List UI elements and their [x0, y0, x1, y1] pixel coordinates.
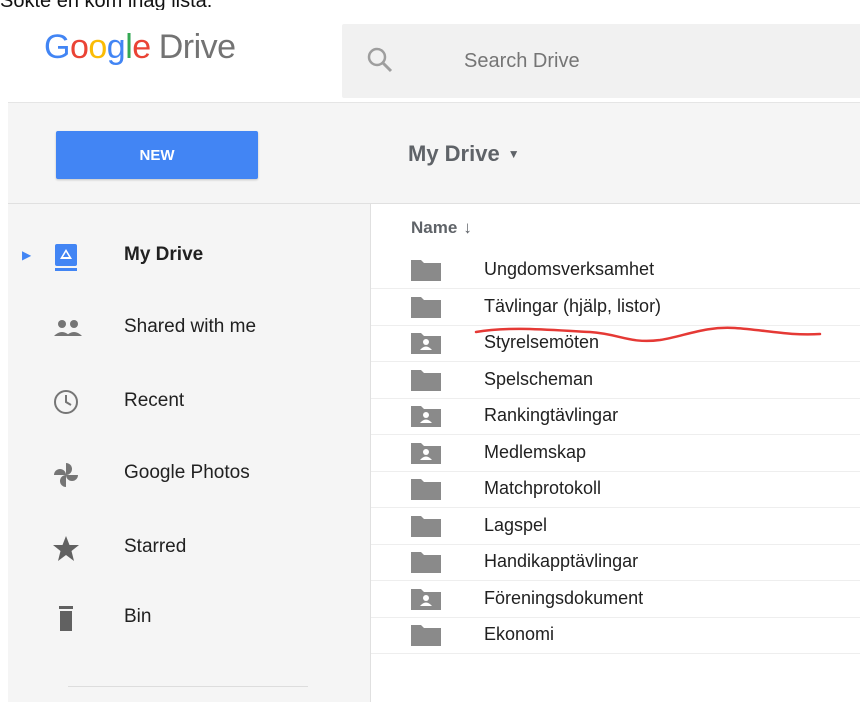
table-row[interactable]: Lagspel [371, 508, 860, 545]
sidebar-item-my-drive[interactable]: ▶ My Drive [8, 228, 370, 284]
table-row[interactable]: Matchprotokoll [371, 471, 860, 508]
sidebar-item-recent[interactable]: Recent [8, 374, 370, 430]
column-header-name[interactable]: Name ↓ [411, 218, 472, 238]
table-row[interactable]: Spelscheman [371, 362, 860, 399]
sidebar-item-google-photos[interactable]: Google Photos [8, 446, 370, 502]
file-name: Tävlingar (hjälp, listor) [484, 295, 662, 316]
file-name: Lagspel [484, 514, 548, 535]
sort-arrow-icon[interactable]: ↓ [463, 218, 472, 237]
sidebar-item-starred[interactable]: Starred [8, 520, 370, 576]
file-name: Spelscheman [484, 368, 594, 389]
shared-folder-icon [409, 404, 443, 428]
new-button[interactable]: NEW [56, 131, 258, 179]
toolbar: NEW My Drive ▼ [8, 103, 860, 203]
sidebar-item-label: Bin [124, 606, 152, 627]
dropdown-caret-icon: ▼ [507, 147, 520, 161]
table-row[interactable]: Styrelsemöten [371, 325, 860, 362]
clock-icon [52, 388, 84, 418]
my-drive-icon [52, 242, 84, 272]
star-icon [52, 534, 84, 564]
app-header: Google Drive Search Drive [8, 10, 860, 102]
file-name: Styrelsemöten [484, 332, 600, 352]
file-name: Matchprotokoll [484, 478, 602, 498]
sidebar-item-label: Google Photos [124, 462, 250, 483]
sidebar-item-label: Starred [124, 536, 187, 557]
folder-icon [409, 295, 443, 319]
sidebar: ▶ My Drive Shared with me Recent Google … [8, 204, 370, 702]
shared-folder-icon [409, 331, 443, 355]
google-drive-logo[interactable]: Google Drive [44, 28, 236, 67]
folder-icon [409, 368, 443, 392]
table-row[interactable]: Rankingtävlingar [371, 398, 860, 435]
column-header-label: Name [411, 218, 458, 237]
file-name: Rankingtävlingar [484, 405, 619, 425]
search-input[interactable]: Search Drive [342, 24, 860, 98]
folder-icon [409, 477, 443, 501]
table-row[interactable]: Medlemskap [371, 435, 860, 472]
file-name: Handikapptävlingar [484, 551, 639, 571]
logo-drive-text: Drive [158, 28, 236, 66]
expand-arrow-icon[interactable]: ▶ [22, 248, 31, 262]
file-name: Medlemskap [484, 441, 587, 462]
sidebar-item-label: Shared with me [124, 316, 257, 337]
table-row[interactable]: Ungdomsverksamhet [371, 252, 860, 289]
search-placeholder: Search Drive [464, 50, 580, 72]
file-name: Ungdomsverksamhet [484, 259, 655, 279]
breadcrumb-label: My Drive [408, 141, 500, 166]
folder-icon [409, 623, 443, 647]
file-list: Name ↓ Ungdomsverksamhet Tävlingar (hjälp,… [371, 204, 860, 702]
sidebar-item-label: Recent [124, 390, 185, 411]
search-icon[interactable] [366, 46, 394, 79]
breadcrumb[interactable]: My Drive ▼ [408, 141, 520, 167]
folder-icon [409, 514, 443, 538]
trash-icon [52, 604, 84, 634]
sidebar-item-bin[interactable]: Bin [8, 590, 370, 646]
table-row[interactable]: Tävlingar (hjälp, listor) [371, 289, 860, 326]
sidebar-item-label: My Drive [124, 244, 204, 265]
sidebar-divider [68, 686, 308, 687]
folder-icon [409, 550, 443, 574]
table-row[interactable]: Handikapptävlingar [371, 544, 860, 581]
folder-icon [409, 258, 443, 282]
photos-pinwheel-icon [52, 460, 84, 490]
sidebar-item-shared[interactable]: Shared with me [8, 300, 370, 356]
table-row[interactable]: Ekonomi [371, 617, 860, 654]
shared-people-icon [52, 314, 84, 344]
file-name: Föreningsdokument [484, 587, 644, 608]
shared-folder-icon [409, 587, 443, 611]
shared-folder-icon [409, 441, 443, 465]
table-row[interactable]: Föreningsdokument [371, 581, 860, 618]
file-name: Ekonomi [484, 624, 555, 644]
